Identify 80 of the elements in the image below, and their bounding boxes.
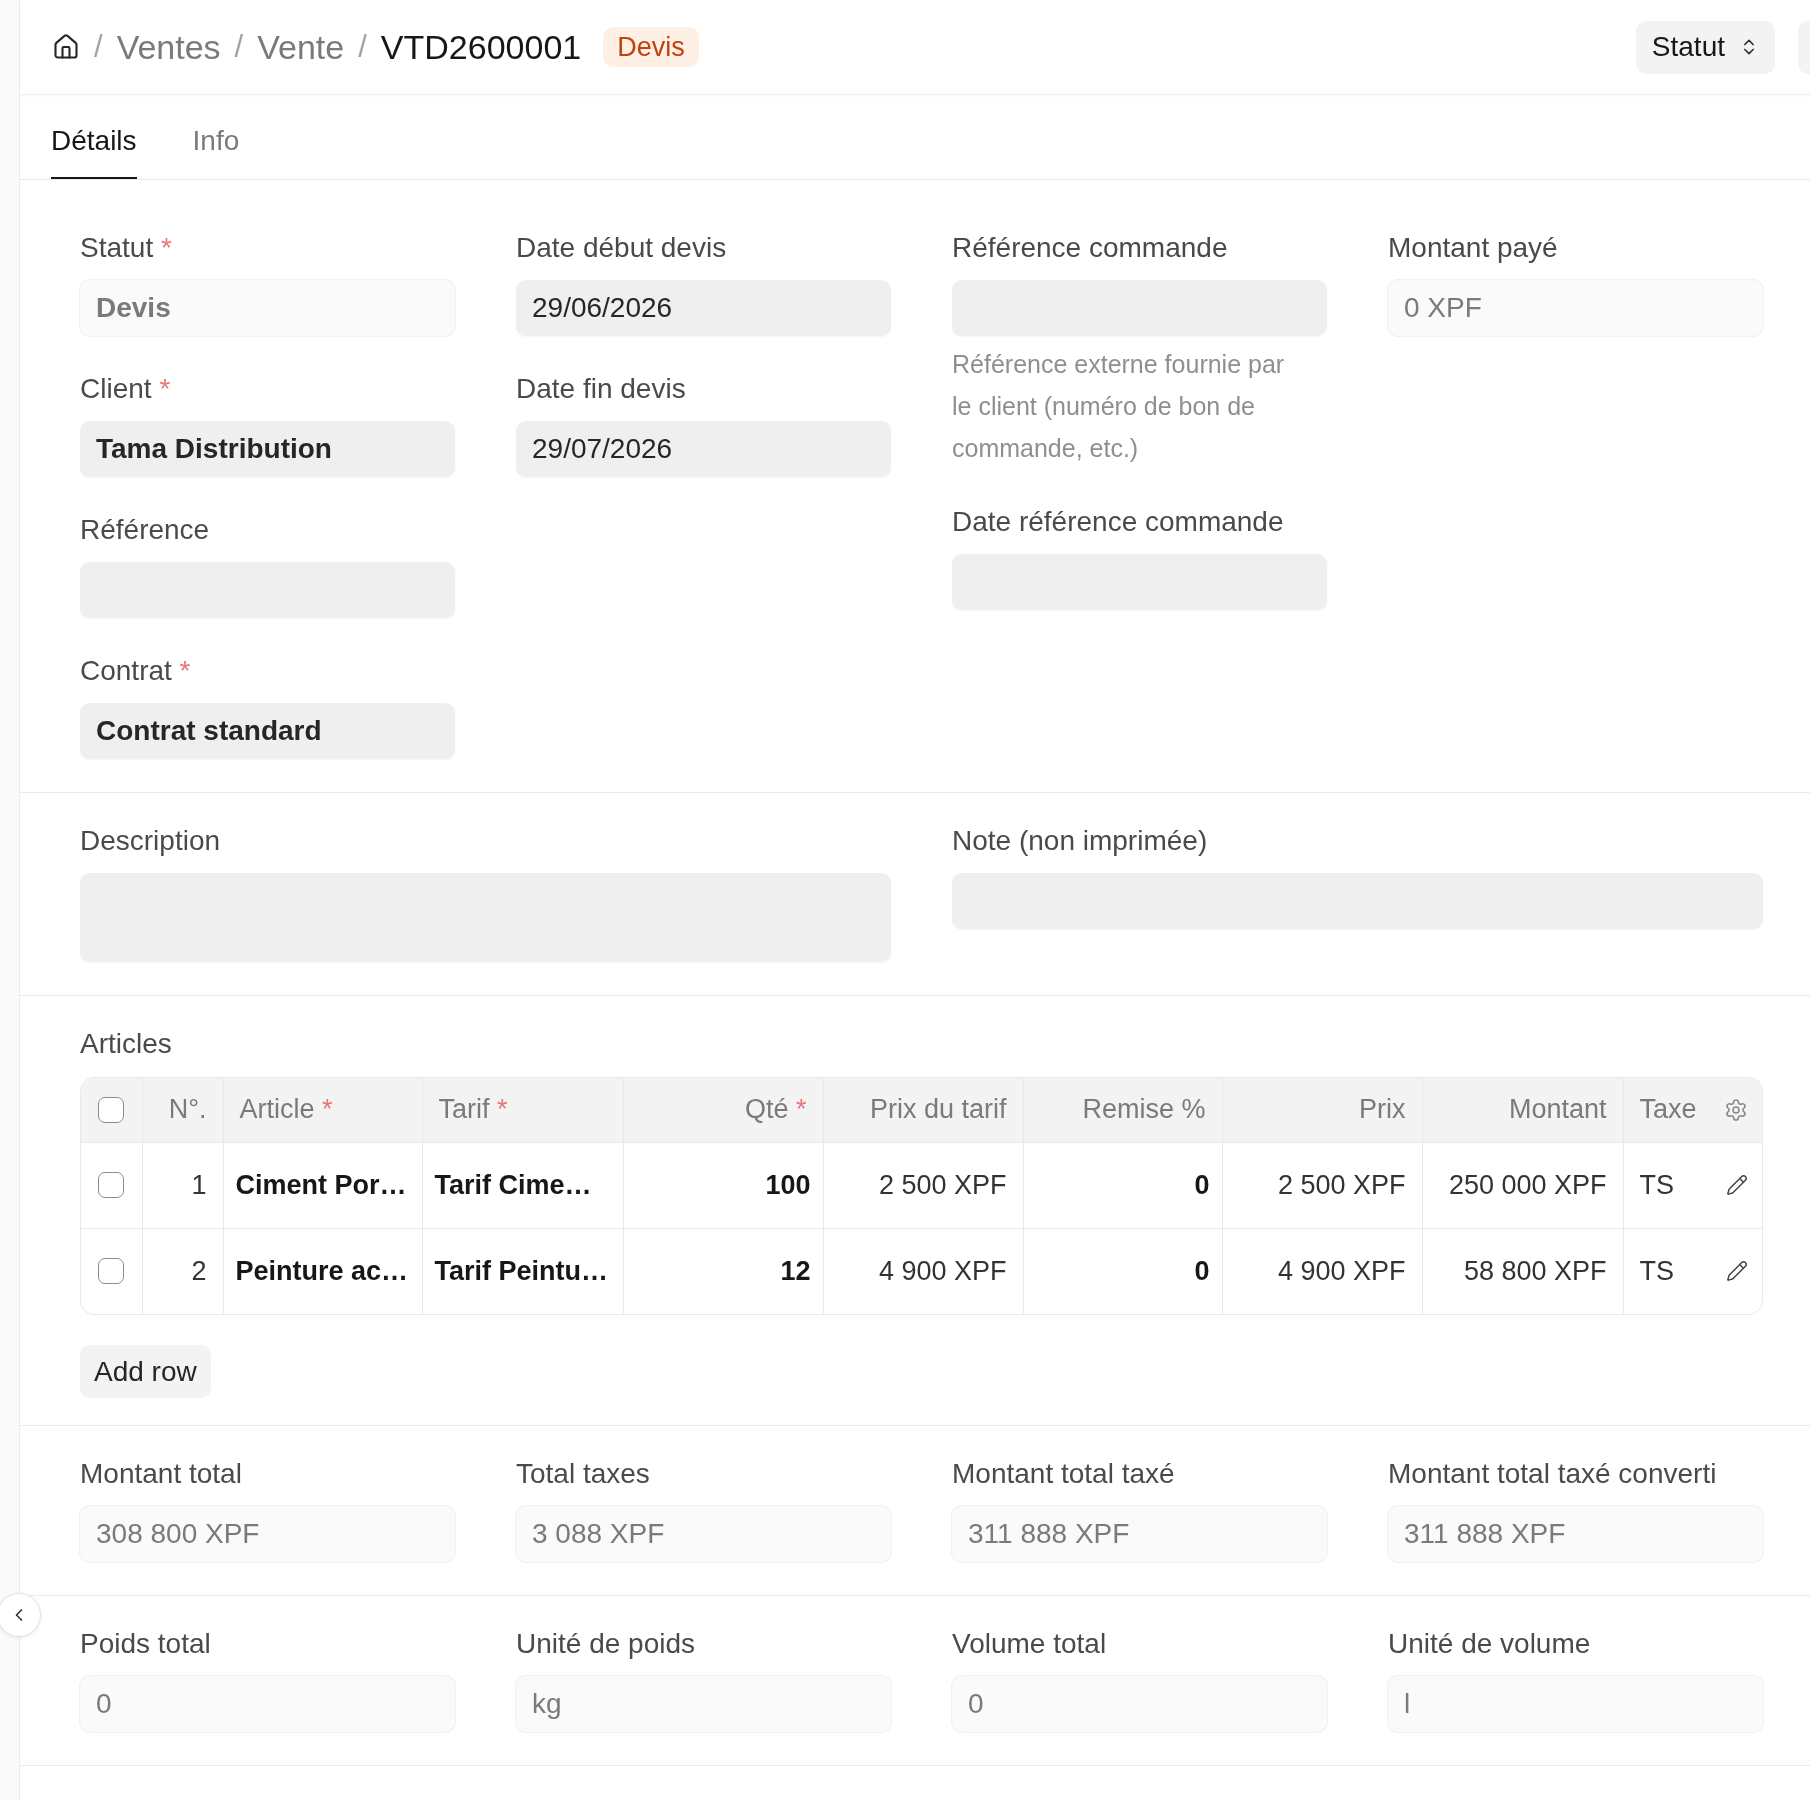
- input-field: kg: [516, 1676, 891, 1732]
- table-cell: 0: [1023, 1228, 1222, 1314]
- section-title: Articles: [80, 1028, 172, 1060]
- link-field[interactable]: Contrat standard: [80, 703, 455, 759]
- table-cell: Peinture ac…: [223, 1228, 422, 1314]
- field-label: Montant total taxé converti: [1388, 1458, 1717, 1490]
- breadcrumb-separator: /: [94, 28, 103, 66]
- number-field: 0: [80, 1676, 455, 1732]
- column-header: N°.: [142, 1078, 223, 1142]
- tab[interactable]: Détails: [51, 125, 137, 179]
- field-label: Description: [80, 825, 221, 857]
- table-cell: 4 900 XPF: [1222, 1228, 1422, 1314]
- currency-field: 308 800 XPF: [80, 1506, 455, 1562]
- field-label: Unité de volume: [1388, 1628, 1591, 1660]
- status-badge: Devis: [603, 27, 699, 67]
- column-header: Qté *: [623, 1078, 823, 1142]
- edit-icon[interactable]: [1726, 1260, 1748, 1283]
- column-header: Remise %: [1023, 1078, 1222, 1142]
- select-all-checkbox[interactable]: [98, 1096, 125, 1123]
- table-cell: 0: [1023, 1142, 1222, 1228]
- link-field: Devis: [80, 280, 455, 336]
- table-cell: Tarif Cime…: [422, 1142, 623, 1228]
- number-field: 0: [952, 1676, 1327, 1732]
- input-field: l: [1388, 1676, 1763, 1732]
- field-label: Montant total taxé: [952, 1458, 1175, 1490]
- field-label: Poids total: [80, 1628, 211, 1660]
- currency-field: 311 888 XPF: [952, 1506, 1327, 1562]
- currency-field: 311 888 XPF: [1388, 1506, 1763, 1562]
- field-label: Volume total: [952, 1628, 1107, 1660]
- table-cell: 100: [623, 1142, 823, 1228]
- field-label: Client *: [80, 373, 171, 405]
- currency-field: 3 088 XPF: [516, 1506, 891, 1562]
- table-cell: 2: [142, 1228, 223, 1314]
- tab[interactable]: Info: [192, 125, 240, 179]
- column-header: Prix: [1222, 1078, 1422, 1142]
- field-label: Date référence commande: [952, 506, 1284, 538]
- status-select-button[interactable]: Statut: [1635, 20, 1775, 74]
- field-label: Montant payé: [1388, 232, 1558, 264]
- table-cell: 12: [623, 1228, 823, 1314]
- row-checkbox[interactable]: [98, 1258, 125, 1285]
- column-header: Article *: [223, 1078, 422, 1142]
- table-cell: 1: [142, 1142, 223, 1228]
- date-field[interactable]: 29/06/2026: [516, 280, 891, 336]
- field-label: Date début devis: [516, 232, 727, 264]
- table-cell: TS: [1639, 1169, 1674, 1201]
- table-cell: Ciment Por…: [223, 1142, 422, 1228]
- table-cell: 250 000 XPF: [1422, 1142, 1623, 1228]
- field-label: Montant total: [80, 1458, 242, 1490]
- breadcrumb-link[interactable]: Ventes: [116, 27, 221, 67]
- table-cell: 58 800 XPF: [1422, 1228, 1623, 1314]
- edit-icon[interactable]: [1726, 1174, 1748, 1196]
- currency-field: 0 XPF: [1388, 280, 1763, 336]
- column-header: Montant: [1422, 1078, 1623, 1142]
- column-header: Taxe: [1639, 1094, 1697, 1126]
- field-label: Référence commande: [952, 232, 1228, 264]
- table-cell: 2 500 XPF: [1222, 1142, 1422, 1228]
- breadcrumb-separator: /: [358, 28, 367, 66]
- table-cell: TS: [1639, 1255, 1674, 1287]
- column-header: Tarif *: [422, 1078, 623, 1142]
- home-icon[interactable]: [52, 33, 80, 61]
- settings-icon[interactable]: [1724, 1097, 1748, 1122]
- field-label: Date fin devis: [516, 373, 686, 405]
- table-cell: 2 500 XPF: [823, 1142, 1023, 1228]
- breadcrumb-link[interactable]: Vente: [257, 27, 345, 67]
- breadcrumb-current: VTD2600001: [380, 27, 582, 67]
- date-field[interactable]: 29/07/2026: [516, 421, 891, 477]
- link-field[interactable]: Tama Distribution: [80, 421, 455, 477]
- add-row-button[interactable]: Add row: [80, 1345, 211, 1398]
- column-header: Prix du tarif: [823, 1078, 1023, 1142]
- field-label: Unité de poids: [516, 1628, 695, 1660]
- field-label: Référence: [80, 514, 210, 546]
- table-cell: Tarif Peintu…: [422, 1228, 623, 1314]
- field-label: Statut *: [80, 232, 172, 264]
- table-cell: 4 900 XPF: [823, 1228, 1023, 1314]
- breadcrumb-separator: /: [234, 28, 244, 66]
- field-description: Référence externe fournie par le client (numéro de bon de commande, etc.): [952, 349, 1286, 464]
- field-label: Total taxes: [516, 1458, 650, 1490]
- field-label: Contrat *: [80, 655, 191, 687]
- row-checkbox[interactable]: [98, 1172, 125, 1198]
- field-label: Note (non imprimée): [952, 825, 1208, 857]
